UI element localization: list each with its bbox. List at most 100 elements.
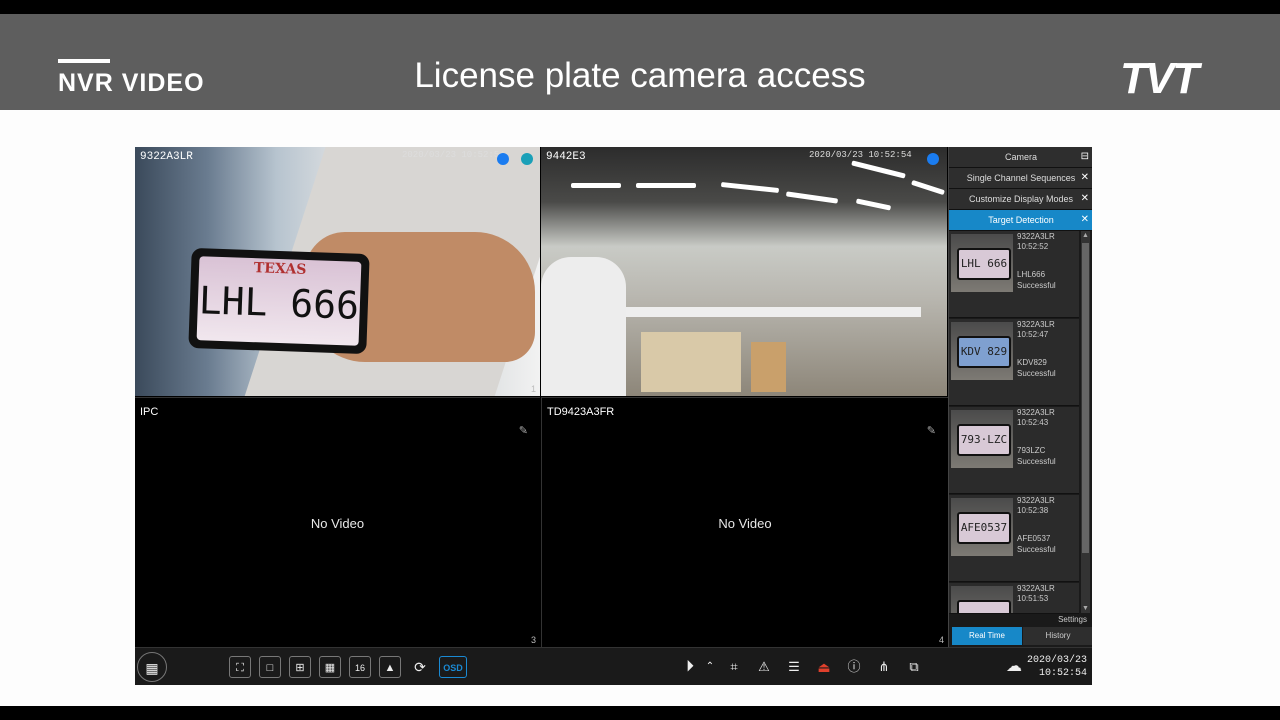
plate-state-text: TEXAS (253, 260, 307, 278)
system-clock: 2020/03/23 10:52:54 (1027, 654, 1087, 680)
tile-number: 3 (530, 635, 536, 645)
collapse-icon[interactable]: ⊟ (1081, 147, 1089, 167)
tab-history[interactable]: History (1023, 627, 1092, 645)
fullscreen-icon[interactable]: ⛶ (229, 656, 251, 678)
detection-entry[interactable]: KDV 829 9322A3LR 10:52:47 KDV829 Success… (949, 319, 1079, 406)
tab-real-time[interactable]: Real Time (952, 627, 1022, 645)
settings-link[interactable]: Settings (1058, 615, 1087, 624)
tab-customize-display-modes[interactable]: Customize Display Modes ✕ (949, 189, 1092, 210)
clock-time: 10:52:54 (1038, 668, 1087, 679)
layout-16-icon[interactable]: 16 (349, 656, 371, 678)
detection-thumbnail: LHL 666 (951, 234, 1013, 292)
chevron-up-icon[interactable]: ⌃ (703, 656, 717, 678)
tab-label: Customize Display Modes (968, 194, 1074, 204)
detection-thumbnail (951, 586, 1013, 613)
entry-time: 10:51:53 (1017, 594, 1049, 603)
close-icon[interactable]: ✕ (1081, 189, 1089, 209)
alarm-status-icon (521, 153, 533, 165)
panel-scrollbar[interactable]: ▲ ▼ (1081, 231, 1090, 613)
info-icon[interactable]: ⓘ (843, 656, 865, 678)
cloud-icon[interactable]: ☁ (1003, 656, 1025, 678)
thumb-plate-text: KDV 829 (957, 336, 1011, 368)
entry-plate: AFE0537 (1017, 534, 1051, 543)
edit-icon[interactable]: ✎ (927, 424, 936, 437)
slide-banner: NVR VIDEO License plate camera access TV… (0, 14, 1280, 110)
refresh-icon[interactable]: ⟳ (409, 656, 431, 678)
detection-thumbnail: 793·LZC (951, 410, 1013, 468)
edit-icon[interactable]: ✎ (519, 424, 528, 437)
tab-label: Single Channel Sequences (966, 173, 1076, 183)
entry-plate: 793LZC (1017, 446, 1046, 455)
detection-entry[interactable]: AFE0537 9322A3LR 10:52:38 AFE0537 Succes… (949, 495, 1079, 582)
layout-9-icon[interactable]: ▦ (319, 656, 341, 678)
phone-image: TEXAS LHL 666 (188, 247, 370, 355)
alarm-icon[interactable]: ⚠ (753, 656, 775, 678)
camera-timestamp: 2020/03/23 10:52:54 (402, 150, 505, 160)
play-icon[interactable]: ⏵ (679, 656, 701, 678)
close-icon[interactable]: ✕ (1081, 210, 1089, 230)
camera-feed-image (541, 147, 947, 396)
no-video-text: No Video (310, 516, 365, 531)
tab-single-channel-sequences[interactable]: Single Channel Sequences ✕ (949, 168, 1092, 189)
camera-timestamp: 2020/03/23 10:52:54 (809, 150, 912, 160)
record-status-icon (927, 153, 939, 165)
tab-target-detection[interactable]: Target Detection ✕ (949, 210, 1092, 231)
thumb-plate-text: 793·LZC (957, 424, 1011, 456)
entry-status: Successful (1017, 457, 1056, 466)
tab-label: Target Detection (988, 215, 1054, 225)
close-icon[interactable]: ✕ (1081, 168, 1089, 188)
tab-camera[interactable]: Camera ⊟ (949, 147, 1092, 168)
detection-entry[interactable]: LHL 666 9322A3LR 10:52:52 LHL666 Success… (949, 231, 1079, 318)
tile-number: 1 (530, 384, 536, 394)
thumb-plate-text (957, 600, 1011, 613)
camera-feed-image: TEXAS LHL 666 (135, 147, 540, 396)
layout-1-icon[interactable]: □ (259, 656, 281, 678)
entry-time: 10:52:52 (1017, 242, 1049, 251)
detection-thumbnail: KDV 829 (951, 322, 1013, 380)
detection-thumbnail: AFE0537 (951, 498, 1013, 556)
layout-4-icon[interactable]: ⊞ (289, 656, 311, 678)
detection-entry[interactable]: 9322A3LR 10:51:53 (949, 583, 1079, 614)
camera-tile-2[interactable]: 9442E3 2020/03/23 10:52:54 (541, 147, 947, 396)
camera-label: TD9423A3FR (547, 406, 615, 418)
camera-label: 9442E3 (546, 151, 586, 163)
entry-plate: KDV829 (1017, 358, 1047, 367)
camera-tile-1[interactable]: TEXAS LHL 666 9322A3LR 2020/03/23 10:52:… (135, 147, 540, 396)
letterbox-top (0, 0, 1280, 14)
thumb-plate-text: AFE0537 (957, 512, 1011, 544)
camera-tile-4[interactable]: TD9423A3FR ✎ No Video 4 (541, 397, 948, 647)
letterbox-bottom (0, 706, 1280, 720)
entry-plate: LHL666 (1017, 270, 1046, 279)
record-list-icon[interactable]: ☰ (783, 656, 805, 678)
clock-date: 2020/03/23 (1026, 655, 1087, 666)
sequence-icon[interactable]: ▲ (379, 656, 401, 678)
siren-icon[interactable]: ⏏ (813, 656, 835, 678)
entry-status: Successful (1017, 545, 1056, 554)
license-plate-image: TEXAS LHL 666 (196, 256, 362, 346)
brand-underline (58, 59, 110, 63)
detection-entry[interactable]: 793·LZC 9322A3LR 10:52:43 793LZC Success… (949, 407, 1079, 494)
osd-button[interactable]: OSD (439, 656, 467, 678)
no-video-text: No Video (718, 516, 772, 531)
camera-tile-3[interactable]: IPC ✎ No Video 3 (135, 397, 540, 647)
network-icon[interactable]: ⋔ (873, 656, 895, 678)
scroll-up-icon[interactable]: ▲ (1081, 231, 1090, 240)
scroll-down-icon[interactable]: ▼ (1081, 604, 1090, 613)
display-icon[interactable]: ⧉ (903, 656, 925, 678)
camera-icon[interactable]: ⌗ (723, 656, 745, 678)
entry-camera: 9322A3LR (1017, 320, 1055, 329)
plate-number-text: LHL 666 (198, 278, 360, 328)
bottom-toolbar: ▦ ⛶ □ ⊞ ▦ 16 ▲ ⟳ OSD ⏵ ⌃ ⌗ ⚠ ☰ ⏏ ⓘ ⋔ ⧉ ☁… (135, 647, 1092, 685)
entry-camera: 9322A3LR (1017, 232, 1055, 241)
start-menu-icon[interactable]: ▦ (137, 652, 167, 682)
entry-time: 10:52:47 (1017, 330, 1049, 339)
entry-camera: 9322A3LR (1017, 496, 1055, 505)
thumb-plate-text: LHL 666 (957, 248, 1011, 280)
camera-label: 9322A3LR (140, 151, 193, 163)
side-panel: Camera ⊟ Single Channel Sequences ✕ Custom… (948, 147, 1092, 647)
entry-status: Successful (1017, 281, 1056, 290)
entry-status: Successful (1017, 369, 1056, 378)
nvr-screen: TEXAS LHL 666 9322A3LR 2020/03/23 10:52:… (135, 147, 1092, 685)
scroll-thumb[interactable] (1082, 243, 1089, 553)
entry-time: 10:52:43 (1017, 418, 1049, 427)
